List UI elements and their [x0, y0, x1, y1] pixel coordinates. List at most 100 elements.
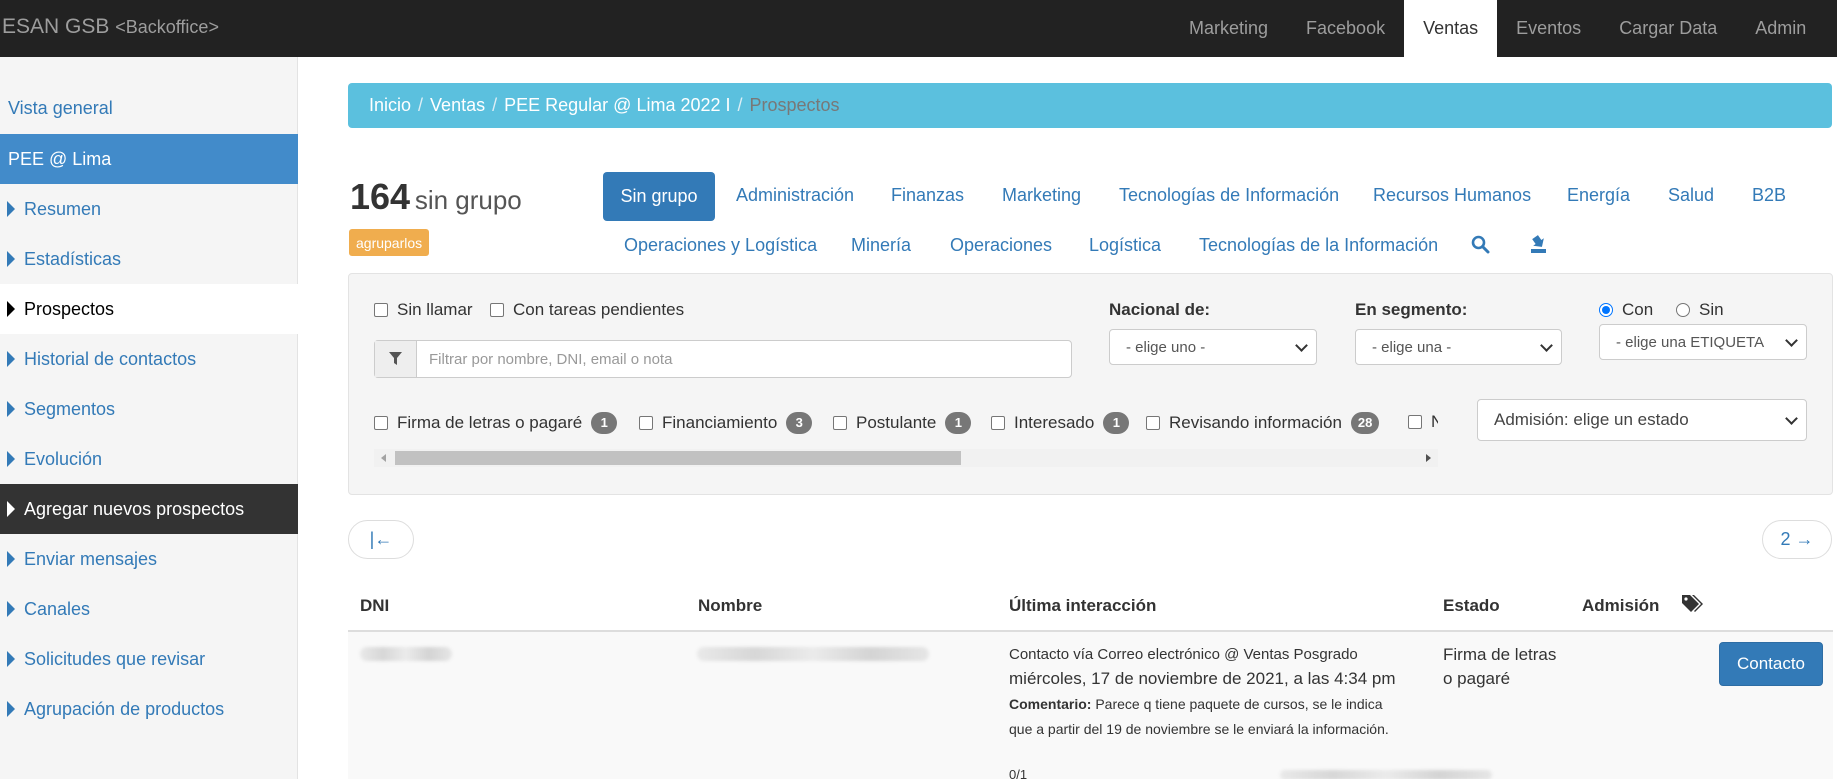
column-header-admision[interactable]: Admisión [1582, 596, 1659, 616]
checkbox-box[interactable] [1408, 415, 1422, 429]
search-icon[interactable] [1471, 235, 1490, 259]
checkbox-box[interactable] [639, 416, 653, 430]
sidebar-item-vista-general[interactable]: Vista general [0, 83, 298, 133]
tag-n[interactable]: N [1408, 412, 1438, 432]
breadcrumb-separator: / [737, 95, 743, 115]
column-header-estado[interactable]: Estado [1443, 596, 1500, 616]
nacional-select-value: - elige uno - [1126, 338, 1206, 356]
tab-finanzas[interactable]: Finanzas [891, 185, 964, 206]
tab-tecnologias-de-la-informacion[interactable]: Tecnologías de la Información [1199, 235, 1438, 256]
tag-revisando-informacion[interactable]: Revisando información 28 [1146, 412, 1380, 434]
sidebar-item-prospectos[interactable]: Prospectos [0, 284, 298, 334]
nav-item-marketing[interactable]: Marketing [1170, 0, 1287, 57]
tag-label: Revisando información [1169, 413, 1342, 432]
nav-item-admin[interactable]: Admin [1736, 0, 1825, 57]
checkbox-box[interactable] [374, 303, 388, 317]
sidebar-item-agregar-prospectos[interactable]: Agregar nuevos prospectos [0, 484, 298, 534]
tab-operaciones[interactable]: Operaciones [950, 235, 1052, 256]
breadcrumb-ventas[interactable]: Ventas [430, 95, 485, 116]
checkbox-box[interactable] [490, 303, 504, 317]
sidebar-item-pee-lima[interactable]: PEE @ Lima [0, 134, 298, 184]
radio-button[interactable] [1599, 303, 1613, 317]
comment-text: Parece q tiene paquete de cursos, se le … [1095, 696, 1383, 712]
tag-label: Financiamiento [662, 413, 778, 432]
breadcrumb-program[interactable]: PEE Regular @ Lima 2022 I [504, 95, 730, 116]
checkbox-box[interactable] [833, 416, 847, 430]
search-field[interactable] [374, 340, 1072, 378]
nav-item-facebook[interactable]: Facebook [1287, 0, 1404, 57]
sidebar-item-historial[interactable]: Historial de contactos [0, 334, 298, 384]
tab-mineria[interactable]: Minería [851, 235, 911, 256]
sidebar-item-segmentos[interactable]: Segmentos [0, 384, 298, 434]
search-input[interactable] [417, 341, 1071, 377]
con-tareas-checkbox[interactable]: Con tareas pendientes [490, 300, 684, 320]
nacional-select[interactable]: - elige uno - [1109, 329, 1317, 365]
etiqueta-select[interactable]: - elige una ETIQUETA [1599, 324, 1807, 360]
redacted-name [697, 647, 929, 661]
caret-right-icon [7, 201, 15, 217]
sidebar-item-estadisticas[interactable]: Estadísticas [0, 234, 298, 284]
tab-marketing[interactable]: Marketing [1002, 185, 1081, 206]
tag-postulante[interactable]: Postulante 1 [833, 412, 972, 434]
contacto-button[interactable]: Contacto [1719, 642, 1823, 686]
checkbox-box[interactable] [991, 416, 1005, 430]
checkbox-label: Sin llamar [397, 300, 473, 319]
interaction-comment: Comentario: Parece q tiene paquete de cu… [1009, 696, 1383, 712]
sidebar-item-solicitudes[interactable]: Solicitudes que revisar [0, 634, 298, 684]
admision-select[interactable]: Admisión: elige un estado [1477, 399, 1807, 441]
sidebar-item-agrupacion[interactable]: Agrupación de productos [0, 684, 298, 734]
sidebar-item-evolucion[interactable]: Evolución [0, 434, 298, 484]
scrollbar-thumb[interactable] [395, 451, 961, 465]
download-icon[interactable] [1530, 234, 1547, 259]
sidebar-item-canales[interactable]: Canales [0, 584, 298, 634]
tab-b2b[interactable]: B2B [1752, 185, 1786, 206]
scroll-right-icon[interactable] [1426, 454, 1431, 462]
tag-interesado[interactable]: Interesado 1 [991, 412, 1130, 434]
nav-item-cargar-data[interactable]: Cargar Data [1600, 0, 1736, 57]
first-page-button[interactable]: |← [348, 520, 414, 559]
sidebar-item-resumen[interactable]: Resumen [0, 184, 298, 234]
count-label: sin grupo [414, 185, 522, 215]
tab-logistica[interactable]: Logística [1089, 235, 1161, 256]
next-page-button[interactable]: 2 → [1762, 520, 1832, 559]
count-badge: 1 [591, 412, 618, 434]
checkbox-box[interactable] [374, 416, 388, 430]
segmento-select[interactable]: - elige una - [1355, 329, 1562, 365]
checkbox-box[interactable] [1146, 416, 1160, 430]
scroll-left-icon[interactable] [381, 454, 386, 462]
column-header-dni[interactable]: DNI [360, 596, 389, 616]
tab-operaciones-logistica[interactable]: Operaciones y Logística [624, 235, 817, 256]
tab-sin-grupo[interactable]: Sin grupo [603, 172, 715, 221]
radio-button[interactable] [1676, 303, 1690, 317]
caret-right-icon [7, 651, 15, 667]
column-header-nombre[interactable]: Nombre [698, 596, 762, 616]
status-tags-row: Firma de letras o pagaré 1 Financiamiento… [374, 408, 1438, 440]
filter-icon [375, 341, 417, 377]
agruparlos-button[interactable]: agruparlos [349, 229, 430, 256]
tab-energia[interactable]: Energía [1567, 185, 1630, 206]
tag-financiamiento[interactable]: Financiamiento 3 [639, 412, 813, 434]
nav-item-s[interactable]: S [1825, 0, 1837, 57]
brand[interactable]: ESAN GSB <Backoffice> [2, 15, 219, 39]
tag-firma-letras[interactable]: Firma de letras o pagaré 1 [374, 412, 618, 434]
sidebar-item-enviar-mensajes[interactable]: Enviar mensajes [0, 534, 298, 584]
tab-recursos-humanos[interactable]: Recursos Humanos [1373, 185, 1531, 206]
breadcrumb-inicio[interactable]: Inicio [369, 95, 411, 116]
caret-right-icon [7, 351, 15, 367]
radio-con[interactable]: Con [1599, 300, 1653, 320]
sin-llamar-checkbox[interactable]: Sin llamar [374, 300, 473, 320]
caret-right-icon [7, 451, 15, 467]
count-badge: 1 [1103, 412, 1130, 434]
column-header-ultima-interaccion[interactable]: Última interacción [1009, 596, 1156, 616]
nav-item-ventas[interactable]: Ventas [1404, 0, 1498, 57]
sidebar-item-label: Historial de contactos [24, 348, 197, 369]
tab-tecnologias-informacion[interactable]: Tecnologías de Información [1119, 185, 1339, 206]
caret-right-icon [7, 601, 15, 617]
prospect-count: 164 sin grupo [350, 176, 522, 218]
tab-administracion[interactable]: Administración [736, 185, 854, 206]
count-badge: 1 [945, 412, 972, 434]
nav-item-eventos[interactable]: Eventos [1497, 0, 1600, 57]
tab-salud[interactable]: Salud [1668, 185, 1714, 206]
radio-sin[interactable]: Sin [1676, 300, 1724, 320]
horizontal-scrollbar[interactable] [374, 449, 1438, 467]
